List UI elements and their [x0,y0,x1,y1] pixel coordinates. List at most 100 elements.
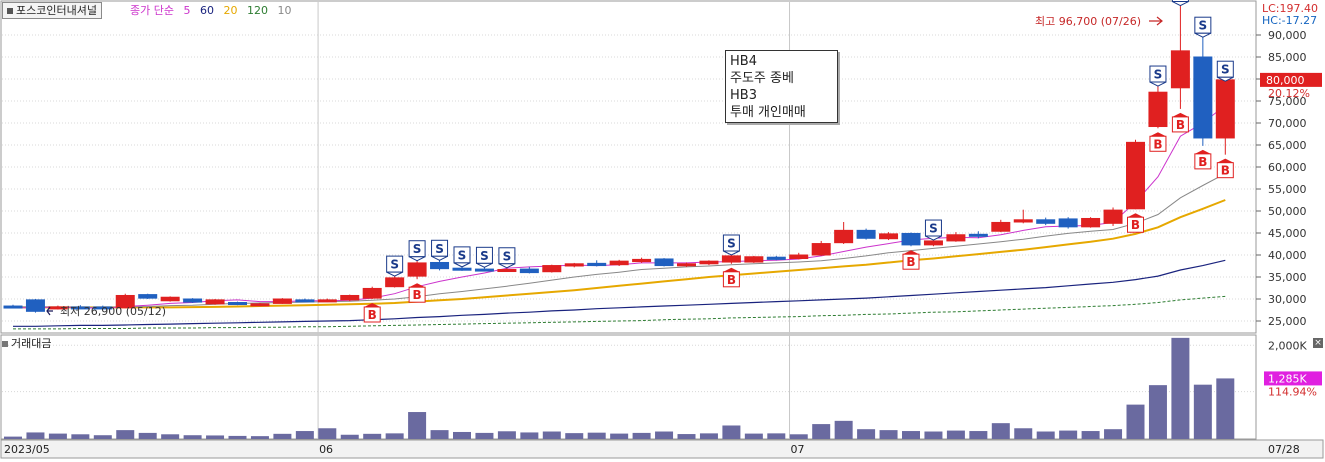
buy-signal: B [1127,213,1144,233]
candle-body [1013,219,1033,223]
candle-body [1215,79,1235,139]
price-change: 20.12% [1268,87,1310,100]
sell-marker-label: S [480,249,489,263]
volume-bar [924,431,943,439]
candle-body [1148,91,1168,128]
price-tick-label: 30,000 [1268,293,1307,306]
candle-body [834,229,854,244]
candle-body [362,287,382,299]
ma-legend: 종가 단순 5 60 20 120 10 [130,2,297,19]
volume-bar [677,434,696,439]
volume-bar [26,432,45,439]
sell-marker-label: S [390,258,399,272]
buy-marker-label: B [906,255,915,269]
candle-body [1058,218,1078,228]
volume-bar [991,423,1010,439]
low-annotation: 최저 26,900 (05/12) [60,305,166,318]
sell-signal: S [453,246,471,268]
buy-marker-label: B [1176,118,1185,132]
volume-panel-close-icon[interactable]: × [1313,338,1323,348]
volume-bar [273,433,292,439]
candle-body [519,268,539,274]
volume-bar [340,434,359,439]
x-tick-label-last: 07/28 [1268,443,1300,456]
sell-signal: S [924,219,942,241]
price-tick-label: 90,000 [1268,29,1307,42]
price-tick-label: 70,000 [1268,117,1307,130]
candle-body [632,258,652,263]
buy-signal: B [1194,149,1212,170]
legend-ma120[interactable]: 120 [247,4,268,17]
buy-marker-label: B [1221,164,1230,178]
sell-signal: S [475,246,493,268]
sell-marker-label: S [435,242,444,256]
stock-title-tab[interactable]: 포스코인터내셔널 [2,2,102,19]
buy-marker-label: B [1153,137,1162,151]
sell-marker-label: S [929,222,938,236]
candle-body [654,258,674,267]
sell-signal: S [431,239,449,261]
volume-bar [48,433,67,439]
memo-line-2: 주도주 종베 [730,71,794,86]
volume-tick-label: 2,000K [1268,339,1307,352]
panel-icon [2,341,8,347]
volume-bar [520,432,539,439]
candle-body [25,299,45,312]
volume-bar [430,430,449,439]
buy-signal: B [363,303,381,323]
volume-bar [228,435,247,439]
candle-body [946,234,966,242]
volume-bar [161,434,180,439]
volume-bar [206,435,225,439]
volume-bar [610,433,629,439]
memo-note[interactable]: HB4 주도주 종베 HB3 투매 개인매매 [725,50,838,123]
legend-ma60[interactable]: 60 [200,4,214,17]
price-tick-label: 50,000 [1268,205,1307,218]
stock-name: 포스코인터내셔널 [16,4,97,17]
candle-body [250,303,270,307]
memo-line-1: HB4 [730,54,757,69]
volume-bar [789,434,808,439]
volume-bar [1059,430,1078,439]
sell-marker-label: S [1199,19,1208,33]
candle-body [474,268,494,272]
volume-bar [722,425,741,439]
sell-signal: S [408,240,426,262]
volume-panel-tab[interactable]: 거래대금 [2,337,51,351]
candle-body [340,294,360,301]
candle-body [811,243,831,256]
candle-body [228,302,247,306]
buy-marker-label: B [727,273,736,287]
legend-ma10[interactable]: 10 [277,4,291,17]
legend-ma5[interactable]: 5 [183,4,190,17]
volume-bar [857,429,876,439]
legend-ma20[interactable]: 20 [223,4,237,17]
chart-container: BSBSSSSSSBBSBBSSBSBSB 25,00030,00035,000… [0,0,1325,459]
memo-line-4: 투매 개인매매 [730,105,806,120]
hc-label: HC:-17.27 [1262,14,1317,27]
price-tag: 80,000 [1266,74,1305,87]
volume-bar [879,430,898,439]
candle-body [1193,56,1213,139]
candle-body [587,262,607,267]
volume-bar [250,436,269,439]
volume-bar [295,431,314,439]
sell-signal: S [386,255,404,277]
sell-marker-label: S [503,249,512,263]
sell-signal: S [1149,65,1167,87]
buy-marker-label: B [1198,155,1207,169]
price-tick-label: 45,000 [1268,227,1307,240]
volume-bar [116,430,135,439]
candle-body [3,305,23,309]
candle-body [385,277,405,288]
candle-body [1103,209,1123,224]
volume-bar [385,433,404,439]
volume-bar [1014,428,1033,439]
volume-bar [1216,378,1235,439]
sell-marker-label: S [413,242,422,256]
vol-change: 114.94% [1268,385,1317,398]
candle-body [295,299,315,303]
volume-bar [475,432,494,439]
volume-bar [946,430,965,439]
candle-body [407,262,427,277]
